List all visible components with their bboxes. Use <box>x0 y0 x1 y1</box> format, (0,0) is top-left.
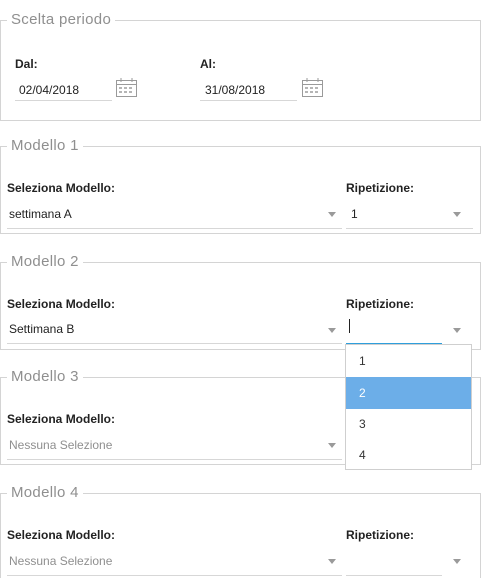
modello-3-legend: Modello 3 <box>7 367 83 387</box>
modello-2-select[interactable]: Settimana B <box>9 322 74 336</box>
dropdown-option[interactable]: 3 <box>346 408 471 440</box>
modello-2-label: Seleziona Modello: <box>7 297 116 311</box>
al-input[interactable]: 31/08/2018 <box>205 83 265 97</box>
al-underline <box>200 100 297 101</box>
modello-1-select[interactable]: settimana A <box>9 207 72 221</box>
modello-3-select[interactable]: Nessuna Selezione <box>9 438 112 452</box>
dal-input[interactable]: 02/04/2018 <box>19 83 79 97</box>
chevron-down-icon[interactable] <box>328 443 336 448</box>
periodo-fieldset: Scelta periodo <box>0 10 481 121</box>
chevron-down-icon[interactable] <box>328 559 336 564</box>
chevron-down-icon[interactable] <box>453 559 461 564</box>
modello-4-select[interactable]: Nessuna Selezione <box>9 554 112 568</box>
dropdown-option[interactable]: 1 <box>346 345 471 377</box>
ripetizione-dropdown: 1 2 3 4 <box>345 344 472 470</box>
chevron-down-icon[interactable] <box>453 328 461 333</box>
ripetizione-1-underline <box>346 228 473 229</box>
modello-2-underline <box>7 343 342 344</box>
al-label: Al: <box>200 57 216 71</box>
modello-1-legend: Modello 1 <box>7 136 83 156</box>
modello-4-legend: Modello 4 <box>7 483 83 503</box>
ripetizione-4-label: Ripetizione: <box>346 528 414 542</box>
calendar-icon[interactable] <box>116 78 137 97</box>
ripetizione-1-label: Ripetizione: <box>346 181 414 195</box>
dal-underline <box>15 100 112 101</box>
text-cursor <box>349 319 350 333</box>
modello-3-underline <box>7 459 342 460</box>
chevron-down-icon[interactable] <box>328 328 336 333</box>
dropdown-option-highlighted[interactable]: 2 <box>346 377 471 409</box>
modello-4-label: Seleziona Modello: <box>7 528 116 542</box>
dal-label: Dal: <box>15 57 38 71</box>
ripetizione-1-select[interactable]: 1 <box>351 207 358 221</box>
periodo-legend: Scelta periodo <box>7 10 116 30</box>
dropdown-option[interactable]: 4 <box>346 439 471 471</box>
modello-1-label: Seleziona Modello: <box>7 181 116 195</box>
modello-3-label: Seleziona Modello: <box>7 412 116 426</box>
chevron-down-icon[interactable] <box>328 212 336 217</box>
modello-2-legend: Modello 2 <box>7 252 83 272</box>
modello-4-underline <box>7 575 342 576</box>
ripetizione-4-underline <box>346 575 442 576</box>
modello-1-underline <box>7 228 342 229</box>
chevron-down-icon[interactable] <box>453 212 461 217</box>
calendar-icon[interactable] <box>302 78 323 97</box>
ripetizione-2-label: Ripetizione: <box>346 297 414 311</box>
